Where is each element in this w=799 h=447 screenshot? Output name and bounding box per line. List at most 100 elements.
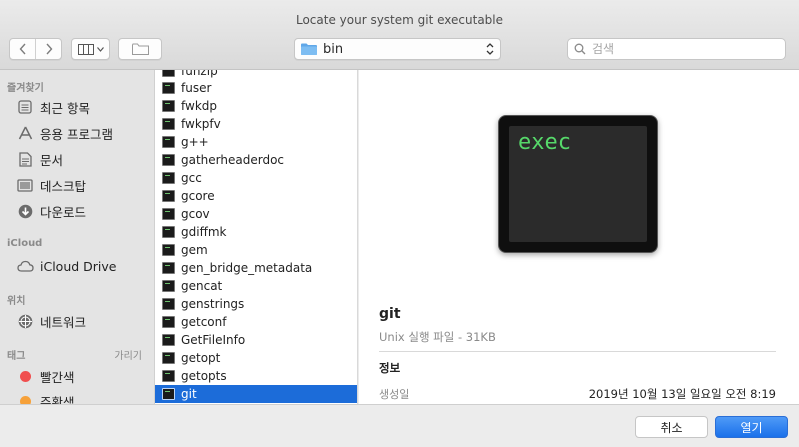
window-title: Locate your system git executable <box>295 13 504 27</box>
search-icon <box>574 43 586 55</box>
icloud-header: iCloud <box>7 238 43 249</box>
location-popup[interactable]: bin <box>294 38 501 60</box>
file-row[interactable]: gen_bridge_metadata <box>155 259 357 277</box>
sidebar-item-recents[interactable]: 최근 항목 <box>0 95 154 119</box>
sidebar-item-label: 최근 항목 <box>40 100 90 116</box>
executable-icon <box>162 100 175 112</box>
file-row[interactable]: g++ <box>155 133 357 151</box>
chevron-down-icon <box>96 46 104 52</box>
executable-icon <box>162 190 175 202</box>
new-folder-icon <box>131 43 149 55</box>
file-row[interactable]: getopt <box>155 349 357 367</box>
sidebar-item-downloads[interactable]: 다운로드 <box>0 199 154 223</box>
applications-icon <box>16 125 34 141</box>
executable-icon <box>162 352 175 364</box>
location-label: bin <box>323 41 344 57</box>
downloads-icon <box>16 203 34 219</box>
executable-icon <box>162 334 175 346</box>
search-input[interactable] <box>592 42 772 56</box>
executable-icon <box>162 208 175 220</box>
sidebar-item-label: 빨간색 <box>40 369 75 385</box>
executable-icon <box>162 244 175 256</box>
preview-pane: exec git Unix 실행 파일 - 31KB 정보 생성일 2019년 … <box>359 70 799 404</box>
executable-icon <box>162 298 175 310</box>
sidebar-item-label: 다운로드 <box>40 204 87 220</box>
executable-icon <box>162 154 175 166</box>
sidebar-item-label: 응용 프로그램 <box>40 126 113 142</box>
executable-icon <box>162 82 175 94</box>
network-icon <box>16 313 34 329</box>
titlebar: Locate your system git executable bin <box>0 0 799 70</box>
executable-icon <box>162 388 175 400</box>
locations-header: 위치 <box>7 296 26 307</box>
preview-file-name: git <box>379 306 401 322</box>
sidebar-item-network[interactable]: 네트워크 <box>0 309 154 333</box>
file-list: funzip fuser fwkdp fwkpfv g++ gatherhead… <box>155 70 358 404</box>
open-file-dialog: Locate your system git executable bin 검색… <box>0 0 799 447</box>
file-row[interactable]: fwkdp <box>155 97 357 115</box>
file-row[interactable]: gatherheaderdoc <box>155 151 357 169</box>
executable-icon <box>162 70 175 77</box>
tags-header: 태그 <box>7 351 26 362</box>
forward-button[interactable] <box>35 39 61 59</box>
file-row[interactable]: gem <box>155 241 357 259</box>
columns-view-icon <box>77 43 94 55</box>
created-label: 생성일 <box>379 388 410 401</box>
created-value: 2019년 10월 13일 일요일 오전 8:19 <box>588 387 776 401</box>
new-folder-button[interactable] <box>118 38 162 60</box>
info-header: 정보 <box>379 361 401 375</box>
sidebar-item-tag-orange[interactable]: 주황색 <box>0 389 154 404</box>
back-forward-control <box>9 38 62 60</box>
file-row[interactable]: fwkpfv <box>155 115 357 133</box>
sidebar-item-label: 문서 <box>40 152 64 168</box>
executable-icon <box>162 118 175 130</box>
chevron-left-icon <box>19 43 26 55</box>
divider <box>379 351 776 352</box>
red-tag-dot-icon <box>16 368 34 384</box>
sidebar-item-icloud-drive[interactable]: iCloud Drive <box>0 254 154 278</box>
sidebar: 즐겨찾기 최근 항목 응용 프로그램 문서 데스크탑 다운로드 iCloud i… <box>0 70 155 404</box>
sidebar-item-label: 네트워크 <box>40 314 87 330</box>
open-button[interactable]: 열기 <box>715 416 788 438</box>
preview-file-kind: Unix 실행 파일 - 31KB <box>379 330 496 344</box>
cloud-icon <box>16 258 34 274</box>
sidebar-item-label: iCloud Drive <box>40 258 117 274</box>
file-row[interactable]: GetFileInfo <box>155 331 357 349</box>
file-row[interactable]: getopts <box>155 367 357 385</box>
file-row[interactable]: gcov <box>155 205 357 223</box>
recents-icon <box>16 99 34 115</box>
cancel-button[interactable]: 취소 <box>635 416 708 438</box>
orange-tag-dot-icon <box>16 393 34 404</box>
executable-icon <box>162 316 175 328</box>
hide-tags-button[interactable]: 가리기 <box>114 347 142 362</box>
sidebar-item-label: 주황색 <box>40 394 75 405</box>
updown-arrows-icon <box>486 43 494 55</box>
file-row[interactable]: fuser <box>155 79 357 97</box>
exec-icon-label: exec <box>518 130 571 155</box>
file-row[interactable]: gcc <box>155 169 357 187</box>
executable-icon <box>162 136 175 148</box>
file-row[interactable]: gcore <box>155 187 357 205</box>
executable-icon <box>162 172 175 184</box>
file-row-selected[interactable]: git <box>155 385 357 403</box>
back-button[interactable] <box>10 39 35 59</box>
file-row[interactable]: gencat <box>155 277 357 295</box>
sidebar-item-documents[interactable]: 문서 <box>0 147 154 171</box>
favorites-header: 즐겨찾기 <box>7 83 44 94</box>
chevron-right-icon <box>45 43 52 55</box>
view-mode-button[interactable] <box>71 38 110 60</box>
sidebar-item-desktop[interactable]: 데스크탑 <box>0 173 154 197</box>
file-row[interactable]: genstrings <box>155 295 357 313</box>
sidebar-item-applications[interactable]: 응용 프로그램 <box>0 121 154 145</box>
sidebar-item-tag-red[interactable]: 빨간색 <box>0 364 154 388</box>
file-row[interactable]: getconf <box>155 313 357 331</box>
search-field[interactable] <box>567 38 786 60</box>
exec-file-icon: exec <box>498 115 658 253</box>
executable-icon <box>162 370 175 382</box>
documents-icon <box>16 151 34 167</box>
executable-icon <box>162 262 175 274</box>
executable-icon <box>162 226 175 238</box>
sidebar-item-label: 데스크탑 <box>40 178 87 194</box>
file-row[interactable]: gdiffmk <box>155 223 357 241</box>
dialog-footer: 취소 열기 <box>0 404 799 447</box>
